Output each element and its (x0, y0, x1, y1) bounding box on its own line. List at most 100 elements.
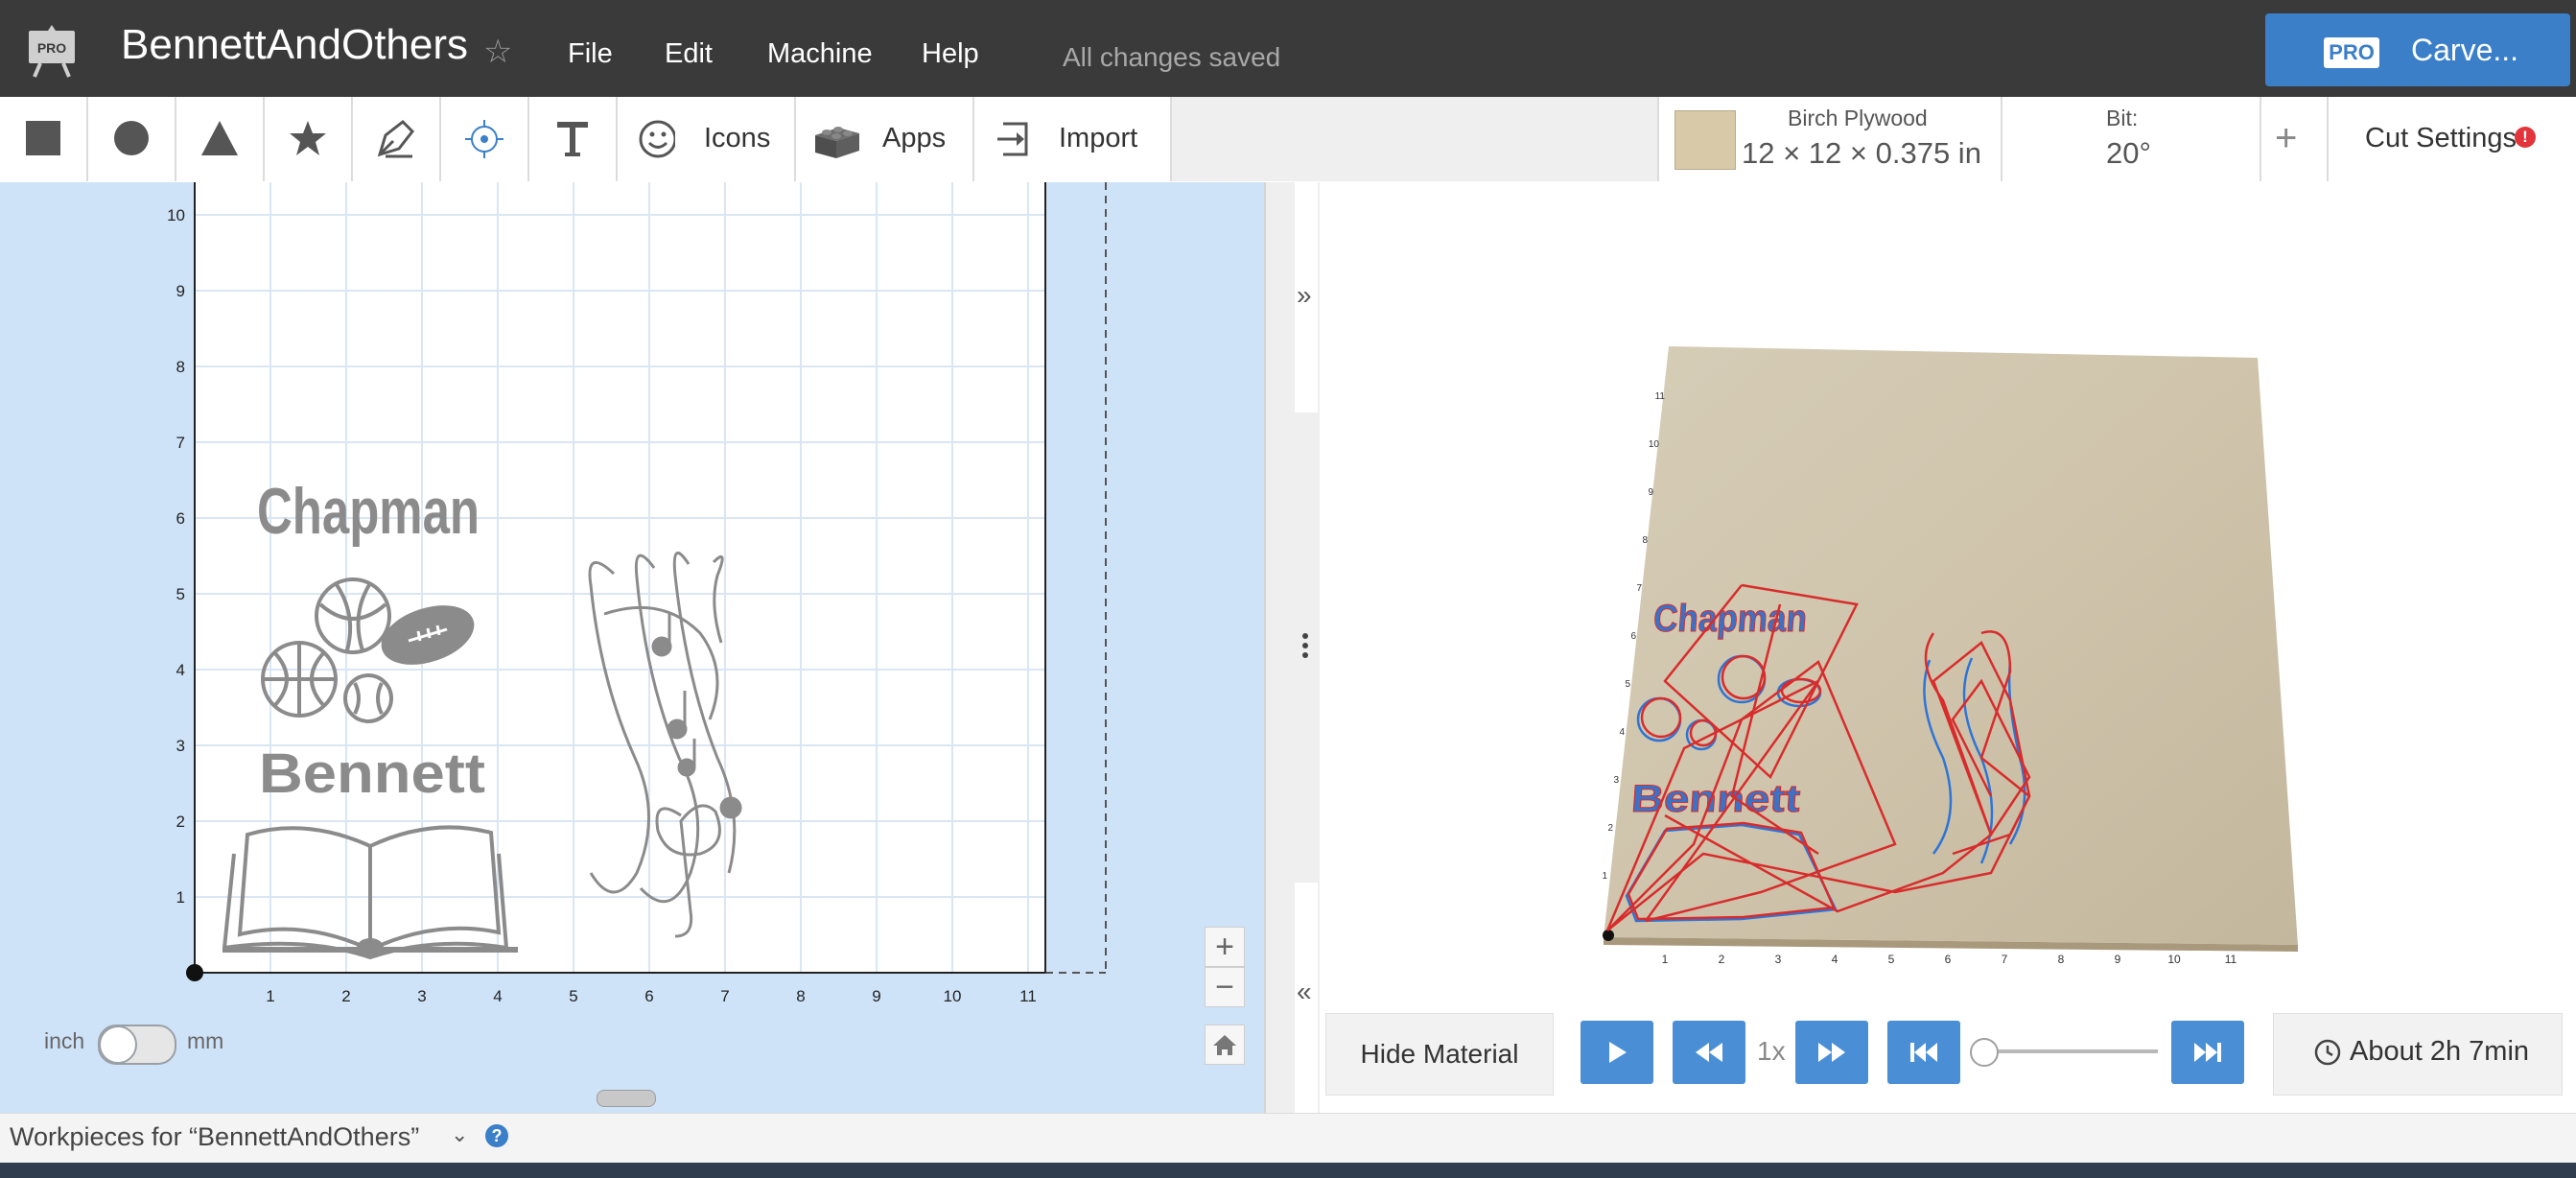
text-icon (557, 122, 588, 156)
progress-slider-knob[interactable] (1970, 1038, 1999, 1067)
icons-label[interactable]: Icons (704, 123, 770, 154)
y-tick-label: 10 (167, 206, 185, 224)
circle-icon (114, 121, 149, 155)
fast-forward-button[interactable] (1795, 1021, 1868, 1084)
y-tick-label: 9 (176, 282, 185, 300)
zoom-in-button[interactable]: + (1205, 927, 1245, 967)
preview-x-tick: 9 (2115, 953, 2121, 966)
skip-to-end-button[interactable] (2171, 1021, 2244, 1084)
warning-icon: ! (2515, 127, 2536, 148)
preview-y-tick: 5 (1625, 679, 1630, 690)
unit-mm-label[interactable]: mm (187, 1028, 223, 1054)
material-name[interactable]: Birch Plywood (1788, 106, 1928, 131)
import-label[interactable]: Import (1059, 123, 1137, 154)
workpiece-board[interactable] (195, 182, 1045, 973)
preview-drawing: 1 2 3 4 5 6 7 8 9 10 11 1234567891011 Chapman Benn… (1602, 346, 2298, 966)
workpieces-label[interactable]: Workpieces for “BennettAndOthers” (10, 1122, 419, 1152)
skip-to-start-button[interactable] (1887, 1021, 1960, 1084)
star-icon (290, 121, 326, 155)
y-tick-label: 1 (176, 888, 185, 907)
preview-chapman-text: Chapman (1652, 598, 1809, 640)
point-target-icon (465, 120, 503, 158)
material-swatch[interactable] (1674, 110, 1736, 170)
smiley-icon (639, 120, 675, 158)
preview-x-tick: 4 (1832, 953, 1838, 966)
bennett-text[interactable]: Bennett (259, 742, 485, 805)
play-button[interactable] (1581, 1021, 1653, 1084)
horizontal-scrollbar[interactable] (597, 1090, 656, 1107)
toolbar-divider (1170, 97, 1172, 181)
add-bit-plus-icon[interactable]: + (2275, 117, 2297, 160)
easel-logo-icon: PRO (29, 25, 75, 78)
carve-label[interactable]: Carve... (2411, 33, 2518, 68)
bit-label[interactable]: Bit: (2106, 106, 2138, 131)
bit-value[interactable]: 20° (2106, 136, 2151, 171)
apps-label[interactable]: Apps (882, 123, 946, 154)
preview-y-tick: 10 (1649, 439, 1660, 450)
unit-inch-label[interactable]: inch (44, 1028, 84, 1054)
toolbar-divider (2327, 97, 2329, 181)
menu-help[interactable]: Help (922, 38, 979, 70)
expand-left-chevron-icon[interactable]: « (1297, 977, 1312, 1007)
playback-speed[interactable]: 1x (1757, 1036, 1786, 1067)
skip-forward-icon (2194, 1043, 2221, 1062)
expand-right-chevron-icon[interactable]: » (1297, 280, 1312, 311)
y-tick-label: 2 (176, 813, 185, 831)
material-size[interactable]: 12 × 12 × 0.375 in (1742, 136, 1981, 171)
preview-x-tick: 11 (2225, 953, 2237, 966)
cut-settings-button[interactable]: Cut Settings (2365, 123, 2517, 154)
favorite-star-icon[interactable]: ☆ (483, 33, 512, 71)
zoom-out-button[interactable]: − (1205, 967, 1245, 1007)
y-tick-label: 7 (176, 434, 185, 452)
square-tool[interactable] (0, 97, 86, 181)
circle-tool[interactable] (88, 97, 175, 181)
fast-forward-icon (1818, 1043, 1845, 1062)
preview-x-tick: 7 (2002, 953, 2008, 966)
x-tick-label: 7 (720, 987, 729, 1005)
y-tick-label: 5 (176, 585, 185, 603)
rewind-icon (1696, 1043, 1722, 1062)
square-icon (26, 121, 60, 155)
hide-material-button[interactable]: Hide Material (1325, 1013, 1554, 1096)
y-tick-labels: 10 9 8 7 6 5 4 3 2 1 (167, 206, 185, 907)
origin-point[interactable] (186, 964, 203, 981)
project-title[interactable]: BennettAndOthers (121, 21, 468, 69)
lego-brick-icon (815, 127, 859, 158)
star-tool[interactable] (265, 97, 351, 181)
x-tick-label: 2 (341, 987, 350, 1005)
progress-track[interactable] (1983, 1049, 2158, 1053)
menu-edit[interactable]: Edit (665, 38, 713, 70)
x-tick-label: 11 (1019, 987, 1037, 1005)
y-tick-label: 6 (176, 509, 185, 528)
triangle-tool[interactable] (176, 97, 263, 181)
workpieces-chevron-down-icon[interactable]: ⌄ (451, 1122, 468, 1147)
home-view-button[interactable] (1205, 1025, 1245, 1065)
y-tick-label: 4 (176, 661, 185, 679)
point-target-tool[interactable] (441, 97, 527, 181)
help-icon[interactable]: ? (485, 1124, 508, 1147)
canvas-drawing: 1 2 3 4 5 6 7 8 9 10 11 10 9 8 7 6 5 4 3 2 1 Chapman Bennet… (167, 182, 1107, 1005)
preview-y-tick: 11 (1655, 391, 1666, 402)
app-logo[interactable]: PRO (27, 23, 77, 79)
menu-machine[interactable]: Machine (767, 38, 873, 70)
preview-y-tick: 9 (1648, 487, 1653, 498)
y-tick-label: 8 (176, 358, 185, 376)
menu-file[interactable]: File (568, 38, 613, 70)
time-estimate: About 2h 7min (2350, 1036, 2530, 1067)
toolbar-divider (1657, 97, 1659, 181)
unit-toggle-knob[interactable] (99, 1025, 137, 1064)
preview-x-tick: 10 (2167, 953, 2181, 966)
chapman-text[interactable]: Chapman (257, 475, 480, 548)
svg-text:PRO: PRO (37, 40, 66, 56)
preview-x-tick: 2 (1719, 953, 1725, 966)
bottom-strip (0, 1163, 2576, 1178)
drag-handle-icon[interactable] (1300, 631, 1310, 665)
text-tool[interactable] (529, 97, 616, 181)
preview-x-tick: 1 (1662, 953, 1669, 966)
x-tick-label: 8 (796, 987, 805, 1005)
home-icon (1213, 1035, 1236, 1055)
toolbar-divider (2001, 97, 2002, 181)
pen-tool[interactable] (353, 97, 439, 181)
rewind-button[interactable] (1673, 1021, 1745, 1084)
play-icon (1609, 1042, 1627, 1063)
